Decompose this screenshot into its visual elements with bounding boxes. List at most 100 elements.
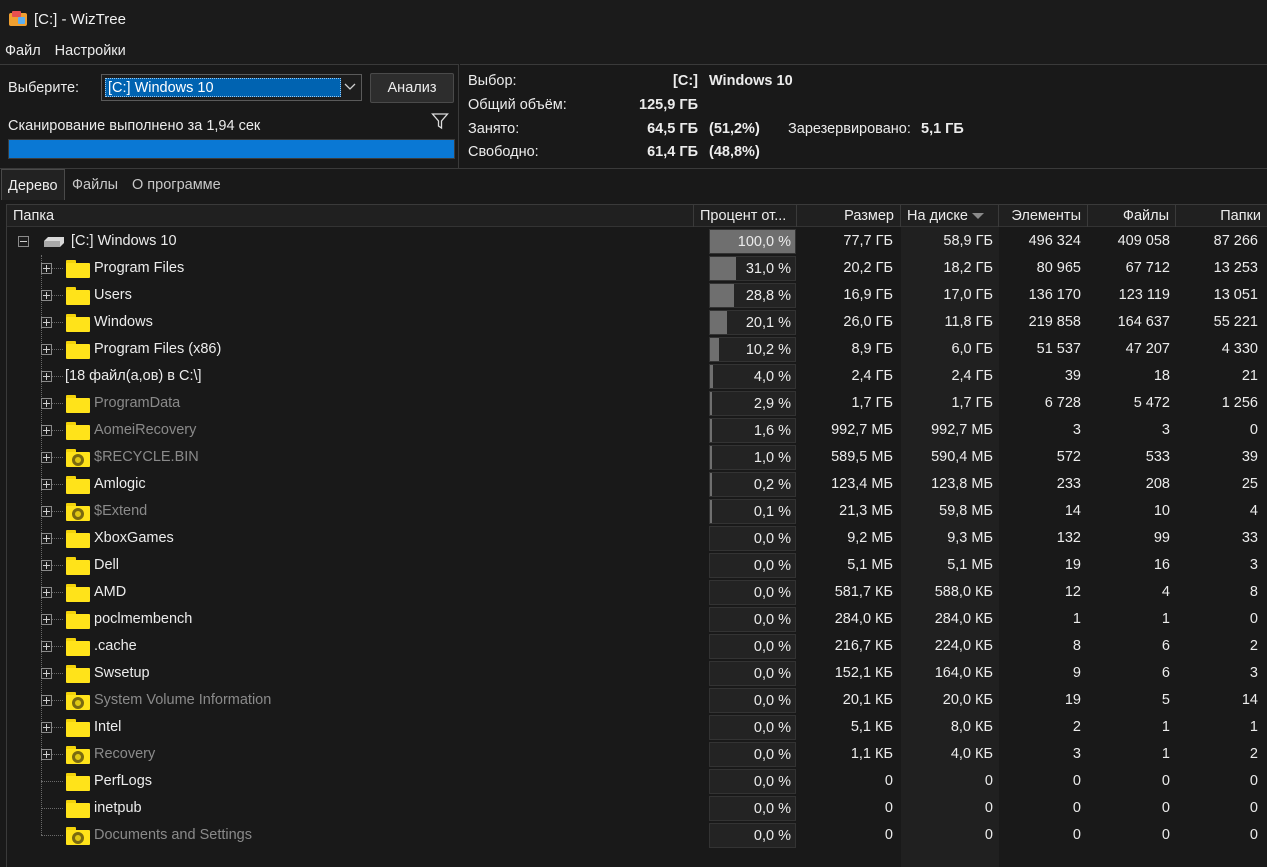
cell-files: 10 [1153,503,1170,519]
cell-size: 20,1 КБ [842,692,893,708]
expand-icon[interactable] [41,668,52,679]
expand-icon[interactable] [41,722,52,733]
cell-size: 992,7 МБ [831,422,893,438]
system-folder-icon [66,449,90,467]
percent-value: 0,0 % [753,531,791,547]
folder-icon [66,719,90,737]
percent-value: 0,1 % [753,504,791,520]
expand-icon[interactable] [41,695,52,706]
percent-value: 0,0 % [753,774,791,790]
drive-select[interactable]: [C:] Windows 10 [101,74,362,101]
expand-icon[interactable] [41,263,52,274]
col-header-folders[interactable]: Папки [1176,205,1267,227]
table-row[interactable]: poclmembench 0,0 % 284,0 КБ 284,0 КБ 1 1 0 [7,606,1267,633]
folder-icon [66,611,90,629]
sort-descending-icon [971,213,984,220]
table-row[interactable]: Users 28,8 % 16,9 ГБ 17,0 ГБ 136 170 123 119 1… [7,282,1267,309]
collapse-icon[interactable] [18,236,29,247]
col-header-items[interactable]: Элементы [999,205,1088,227]
tree-guide-branch [41,808,63,809]
table-row[interactable]: Recovery 0,0 % 1,1 КБ 4,0 КБ 3 1 2 [7,741,1267,768]
expand-icon[interactable] [41,290,52,301]
expand-icon[interactable] [41,452,52,463]
table-row[interactable]: [C:] Windows 10 100,0 % 77,7 ГБ 58,9 ГБ 496 … [7,228,1267,255]
menu-file[interactable]: Файл [0,43,48,59]
table-row[interactable]: AomeiRecovery 1,6 % 992,7 МБ 992,7 МБ 3 3 0 [7,417,1267,444]
expand-icon[interactable] [41,749,52,760]
system-folder-icon [66,503,90,521]
expand-icon[interactable] [41,614,52,625]
tab-about[interactable]: О программе [126,169,227,199]
expand-icon[interactable] [41,344,52,355]
expand-icon[interactable] [41,317,52,328]
cell-files: 18 [1153,368,1170,384]
table-row[interactable]: .cache 0,0 % 216,7 КБ 224,0 КБ 8 6 2 [7,633,1267,660]
menu-bar: Файл Настройки [0,38,1267,64]
cell-files: 123 119 [1118,287,1170,303]
cell-items: 3 [1072,746,1081,762]
expand-icon[interactable] [41,560,52,571]
table-row[interactable]: ProgramData 2,9 % 1,7 ГБ 1,7 ГБ 6 728 5 472 1 … [7,390,1267,417]
col-header-size[interactable]: Размер [797,205,901,227]
cell-disk: 123,8 МБ [931,476,993,492]
percent-value: 0,0 % [753,693,791,709]
col-header-folder[interactable]: Папка [7,205,694,227]
analyze-button[interactable]: Анализ [370,73,454,103]
table-row[interactable]: Documents and Settings 0,0 % 0 0 0 0 0 [7,822,1267,849]
table-row[interactable]: $RECYCLE.BIN 1,0 % 589,5 МБ 590,4 МБ 572 533 3… [7,444,1267,471]
scan-panel: Выберите: [C:] Windows 10 Анализ Сканиро… [0,64,459,168]
folder-tree-grid[interactable]: Папка Процент от... Размер На диске Элем… [6,204,1267,867]
percent-bar: 31,0 % [709,256,796,281]
table-row[interactable]: System Volume Information 0,0 % 20,1 КБ 20,… [7,687,1267,714]
folder-icon [66,395,90,413]
col-header-disk-label: На диске [907,208,968,224]
table-row[interactable]: Amlogic 0,2 % 123,4 МБ 123,8 МБ 233 208 25 [7,471,1267,498]
expand-icon[interactable] [41,479,52,490]
cell-files: 0 [1161,773,1170,789]
cell-files: 409 058 [1117,233,1170,249]
expand-icon[interactable] [41,425,52,436]
tab-tree[interactable]: Дерево [1,169,65,200]
cell-items: 12 [1064,584,1081,600]
cell-folders: 4 330 [1221,341,1258,357]
table-row[interactable]: XboxGames 0,0 % 9,2 МБ 9,3 МБ 132 99 33 [7,525,1267,552]
cell-size: 21,3 МБ [839,503,893,519]
expand-icon[interactable] [41,641,52,652]
table-row[interactable]: PerfLogs 0,0 % 0 0 0 0 0 [7,768,1267,795]
cell-files: 1 [1161,719,1170,735]
cell-items: 0 [1072,773,1081,789]
expand-icon[interactable] [41,587,52,598]
menu-settings[interactable]: Настройки [50,43,133,59]
tab-files[interactable]: Файлы [66,169,124,199]
expand-icon[interactable] [41,398,52,409]
table-row[interactable]: [18 файл(а,ов) в C:\] 4,0 % 2,4 ГБ 2,4 ГБ 39… [7,363,1267,390]
table-row[interactable]: Program Files 31,0 % 20,2 ГБ 18,2 ГБ 80 965 6… [7,255,1267,282]
percent-bar: 2,9 % [709,391,796,416]
scan-progress-fill [9,140,454,158]
expand-icon[interactable] [41,506,52,517]
cell-files: 0 [1161,827,1170,843]
col-header-files[interactable]: Файлы [1088,205,1176,227]
expand-icon[interactable] [41,533,52,544]
table-row[interactable]: Dell 0,0 % 5,1 МБ 5,1 МБ 19 16 3 [7,552,1267,579]
col-header-percent[interactable]: Процент от... [694,205,797,227]
table-row[interactable]: Intel 0,0 % 5,1 КБ 8,0 КБ 2 1 1 [7,714,1267,741]
percent-bar-fill [710,311,728,334]
cell-size: 152,1 КБ [834,665,893,681]
table-row[interactable]: Windows 20,1 % 26,0 ГБ 11,8 ГБ 219 858 164 63… [7,309,1267,336]
cell-disk: 284,0 КБ [934,611,993,627]
table-row[interactable]: AMD 0,0 % 581,7 КБ 588,0 КБ 12 4 8 [7,579,1267,606]
table-row[interactable]: Program Files (x86) 10,2 % 8,9 ГБ 6,0 ГБ 51 … [7,336,1267,363]
percent-bar-fill [710,473,712,496]
folder-name: Amlogic [94,476,146,492]
cell-items: 3 [1072,422,1081,438]
expand-icon[interactable] [41,371,52,382]
cell-folders: 0 [1249,827,1258,843]
table-row[interactable]: $Extend 0,1 % 21,3 МБ 59,8 МБ 14 10 4 [7,498,1267,525]
folder-name: ProgramData [94,395,181,411]
percent-bar-fill [710,365,714,388]
table-row[interactable]: inetpub 0,0 % 0 0 0 0 0 [7,795,1267,822]
table-row[interactable]: Swsetup 0,0 % 152,1 КБ 164,0 КБ 9 6 3 [7,660,1267,687]
filter-icon[interactable] [431,112,449,130]
col-header-disk[interactable]: На диске [901,205,999,227]
